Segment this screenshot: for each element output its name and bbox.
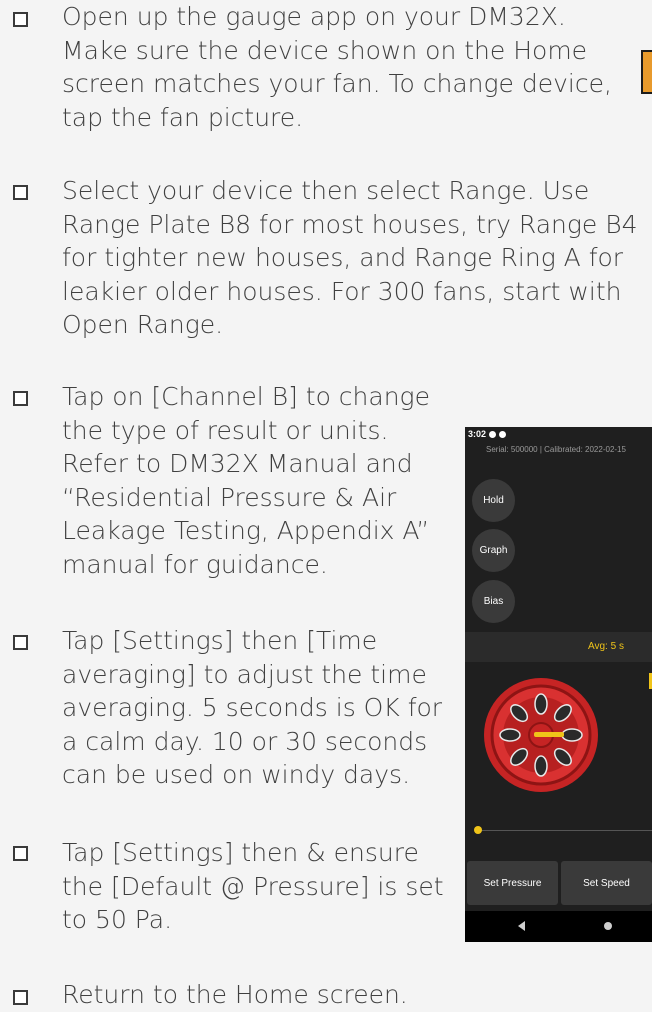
graph-button[interactable]: Graph: [472, 529, 515, 572]
text-line: Open Range.: [62, 310, 224, 339]
text-line: Open up the gauge app on your DM32X.: [62, 2, 566, 31]
text-line: leakier older houses. For 300 fans, star…: [62, 276, 622, 306]
text-line: Leakage Testing, Appendix A”: [62, 516, 430, 545]
text-line: averaging. 5 seconds is OK for: [62, 693, 443, 722]
navigation-bar: [465, 911, 652, 942]
fan-picture-icon[interactable]: [482, 676, 600, 794]
item-text: Tap [Settings] then & ensure the [Defaul…: [62, 836, 444, 937]
partial-image-edge: [641, 50, 652, 94]
text-line: the [Default @ Pressure] is set: [62, 871, 444, 901]
item-text: Tap [Settings] then [Time averaging] to …: [62, 624, 442, 792]
checkbox[interactable]: [13, 12, 28, 27]
averaging-label: Avg: 5 s: [588, 641, 624, 652]
text-line: averaging] to adjust the time: [62, 659, 427, 689]
averaging-bar: Avg: 5 s: [465, 632, 652, 662]
text-line: tap the fan picture.: [62, 102, 304, 132]
status-bar: 3:02: [468, 429, 507, 439]
text-line: Select your device then select Range. Us…: [62, 176, 590, 205]
text-line: to 50 Pa.: [62, 905, 173, 934]
serial-calibration-text: Serial: 500000 | Calibrated: 2022-02-15: [486, 445, 626, 454]
notification-icon: [499, 430, 507, 438]
text-line: a calm day. 10 or 30 seconds: [62, 726, 428, 756]
text-line: the type of result or units.: [62, 415, 389, 445]
checkbox[interactable]: [13, 635, 28, 650]
checkbox[interactable]: [13, 846, 28, 861]
text-line: Range Plate B8 for most houses, try Rang…: [62, 209, 638, 239]
item-text: Return to the Home screen.: [62, 978, 408, 1012]
text-line: Refer to DM32X Manual and: [62, 449, 413, 478]
checkbox[interactable]: [13, 391, 28, 406]
back-icon[interactable]: [518, 921, 525, 931]
set-speed-button[interactable]: Set Speed: [561, 861, 652, 905]
text-line: manual for guidance.: [62, 549, 328, 579]
notification-icon: [489, 430, 497, 438]
text-line: Tap [Settings] then & ensure: [62, 838, 419, 867]
status-time: 3:02: [468, 429, 487, 439]
slider-thumb[interactable]: [474, 826, 482, 834]
text-line: screen matches your fan. To change devic…: [62, 69, 612, 98]
text-line: Tap [Settings] then [Time: [62, 626, 378, 655]
text-line: for tighter new houses, and Range Ring A…: [62, 243, 624, 272]
text-line: Tap on [Channel B] to change: [62, 382, 430, 411]
checkbox[interactable]: [13, 990, 28, 1005]
hold-button[interactable]: Hold: [472, 479, 515, 522]
home-icon[interactable]: [604, 922, 612, 930]
phone-screenshot: 3:02 Serial: 500000 | Calibrated: 2022-0…: [465, 427, 652, 942]
set-pressure-button[interactable]: Set Pressure: [467, 861, 558, 905]
text-line: “Residential Pressure & Air: [62, 482, 397, 512]
item-text: Open up the gauge app on your DM32X. Mak…: [62, 0, 612, 134]
text-line: Make sure the device shown on the Home: [62, 35, 588, 65]
text-line: can be used on windy days.: [62, 760, 411, 789]
fan-picture-area[interactable]: [465, 662, 652, 817]
slider-track[interactable]: [477, 830, 652, 831]
checkbox[interactable]: [13, 185, 28, 200]
item-text: Select your device then select Range. Us…: [62, 174, 637, 342]
bias-button[interactable]: Bias: [472, 580, 515, 623]
item-text: Tap on [Channel B] to change the type of…: [62, 380, 430, 581]
text-line: Return to the Home screen.: [62, 980, 408, 1009]
